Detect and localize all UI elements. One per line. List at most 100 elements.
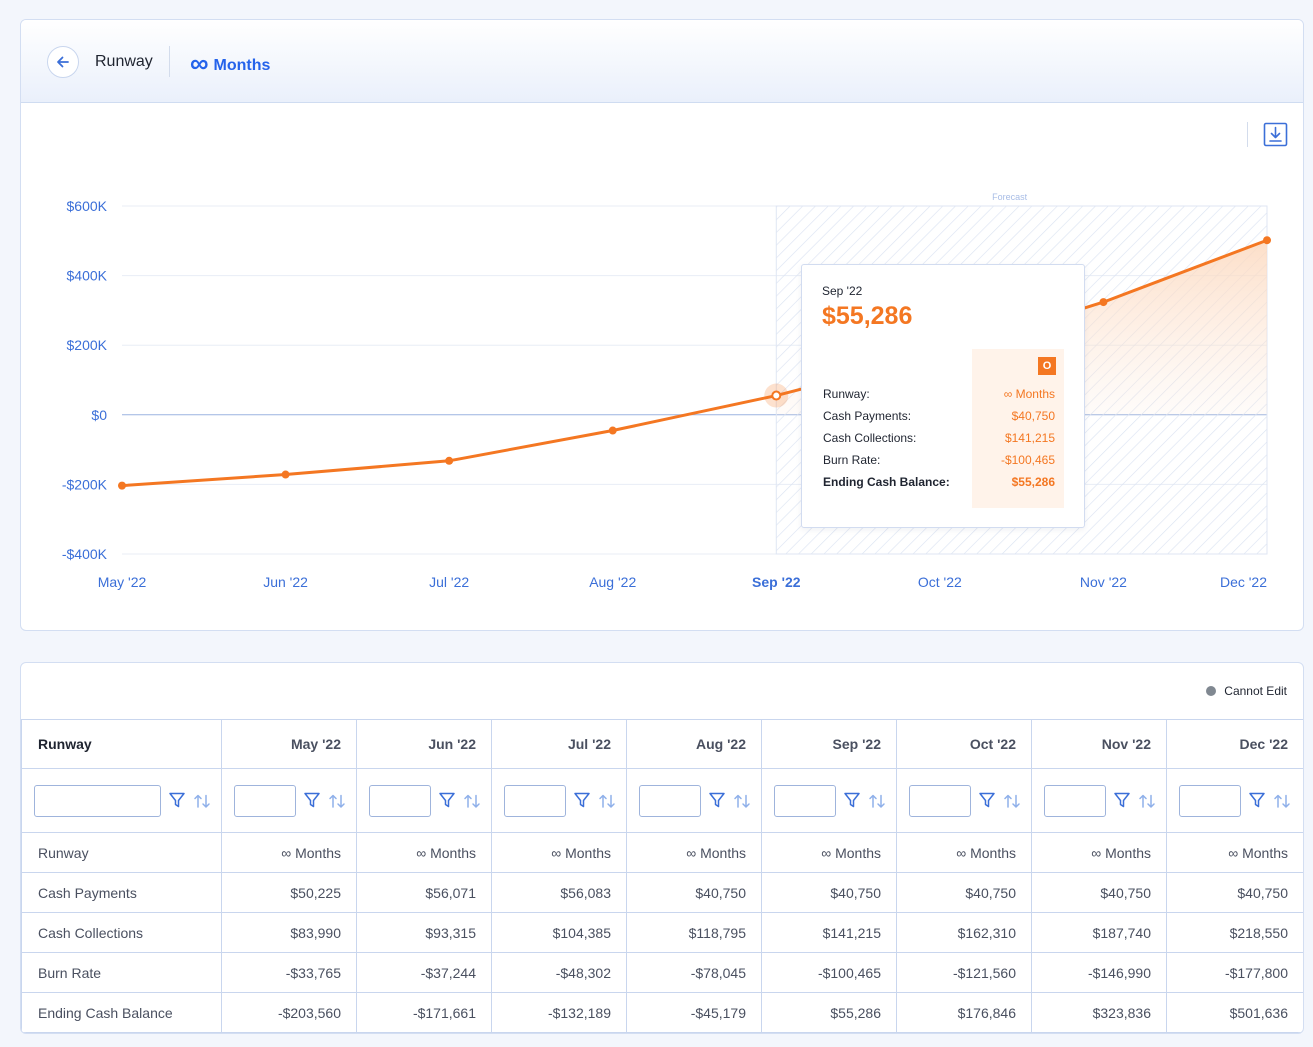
tooltip-row-label: Cash Collections:	[823, 431, 917, 445]
runway-table: Runway May '22 Jun '22 Jul '22 Aug '22 S…	[21, 719, 1303, 1033]
tooltip-row-value: $40,750	[1011, 409, 1055, 423]
data-point	[281, 470, 290, 479]
filter-input[interactable]	[1179, 785, 1241, 817]
filter-input[interactable]	[774, 785, 836, 817]
chart-tooltip: Sep '22 $55,286 O Runway: ∞ Months Cash …	[801, 264, 1085, 528]
row-label: Cash Collections	[21, 912, 222, 953]
filter-cell	[626, 768, 762, 833]
filter-icon[interactable]	[843, 791, 861, 809]
data-point	[445, 456, 454, 465]
y-tick-label: $200K	[67, 337, 108, 353]
table-cell: -$33,765	[221, 952, 357, 993]
data-point	[1263, 236, 1271, 245]
filter-icon[interactable]	[303, 791, 321, 809]
filter-icon[interactable]	[708, 791, 726, 809]
sort-icon[interactable]	[598, 793, 616, 810]
tooltip-row-cash-collections: Cash Collections: $141,215	[823, 431, 1055, 447]
x-tick-label: Sep '22	[752, 574, 801, 590]
table-cell: $187,740	[1031, 912, 1167, 953]
tooltip-row-label: Ending Cash Balance:	[823, 475, 950, 489]
tooltip-value: $55,286	[822, 302, 913, 330]
filter-cell	[1031, 768, 1167, 833]
table-cell: $162,310	[896, 912, 1032, 953]
table-cell: $40,750	[1031, 872, 1167, 913]
table-cell: -$146,990	[1031, 952, 1167, 993]
sort-icon[interactable]	[1138, 793, 1156, 810]
table-cell: $323,836	[1031, 992, 1167, 1033]
sort-icon[interactable]	[193, 793, 211, 810]
filter-cell	[761, 768, 897, 833]
filter-cell	[896, 768, 1032, 833]
column-header[interactable]: Jun '22	[356, 719, 492, 769]
table-cell: -$132,189	[491, 992, 627, 1033]
filter-icon[interactable]	[978, 791, 996, 809]
tooltip-row-value: $55,286	[1011, 475, 1055, 489]
runway-chart-card: Runway ∞ Months Forecast $600K $400K $200	[20, 19, 1304, 631]
table-cell: -$78,045	[626, 952, 762, 993]
data-point	[608, 426, 617, 435]
column-header[interactable]: Jul '22	[491, 719, 627, 769]
row-label: Runway	[21, 832, 222, 873]
table-cell: $501,636	[1166, 992, 1303, 1033]
table-cell: -$45,179	[626, 992, 762, 1033]
table-cell: $93,315	[356, 912, 492, 953]
tooltip-row-value: -$100,465	[1000, 453, 1055, 467]
table-cell: $104,385	[491, 912, 627, 953]
column-header[interactable]: Sep '22	[761, 719, 897, 769]
table-cell: $40,750	[626, 872, 762, 913]
filter-input[interactable]	[1044, 785, 1106, 817]
row-label: Burn Rate	[21, 952, 222, 993]
table-row: Cash Payments $50,225 $56,071 $56,083 $40,75…	[21, 872, 1303, 913]
column-header[interactable]: May '22	[221, 719, 357, 769]
tooltip-badge: O	[1038, 357, 1056, 375]
cannot-edit-dot-icon	[1206, 686, 1217, 696]
tooltip-row-ending-cash-balance: Ending Cash Balance: $55,286	[823, 475, 1055, 491]
filter-icon[interactable]	[573, 791, 591, 809]
x-tick-label: Aug '22	[589, 574, 636, 590]
x-tick-label: Jul '22	[429, 574, 469, 590]
column-header[interactable]: Aug '22	[626, 719, 762, 769]
table-header-row: Runway May '22 Jun '22 Jul '22 Aug '22 S…	[21, 719, 1303, 769]
filter-input[interactable]	[909, 785, 971, 817]
sort-icon[interactable]	[1003, 793, 1021, 810]
column-header-runway[interactable]: Runway	[21, 719, 222, 769]
table-row: Cash Collections $83,990 $93,315 $104,385 $1…	[21, 912, 1303, 953]
tooltip-row-label: Runway:	[823, 387, 870, 401]
table-cell: $118,795	[626, 912, 762, 953]
filter-icon[interactable]	[1248, 791, 1266, 809]
sort-icon[interactable]	[463, 793, 481, 810]
column-header[interactable]: Oct '22	[896, 719, 1032, 769]
table-cell: ∞ Months	[896, 832, 1032, 873]
filter-icon[interactable]	[438, 791, 456, 809]
sort-icon[interactable]	[328, 793, 346, 810]
table-cell: $55,286	[761, 992, 897, 1033]
table-cell: -$203,560	[221, 992, 357, 1033]
filter-input[interactable]	[504, 785, 566, 817]
filter-input[interactable]	[369, 785, 431, 817]
y-tick-label: -$400K	[62, 546, 108, 562]
filter-input[interactable]	[34, 785, 161, 817]
row-label: Cash Payments	[21, 872, 222, 913]
sort-icon[interactable]	[1273, 793, 1291, 810]
table-cell: -$100,465	[761, 952, 897, 993]
table-cell: $40,750	[1166, 872, 1303, 913]
x-tick-label: Dec '22	[1220, 574, 1267, 590]
y-tick-label: $600K	[67, 198, 108, 214]
table-cell: $56,083	[491, 872, 627, 913]
tooltip-row-burn-rate: Burn Rate: -$100,465	[823, 453, 1055, 469]
table-row: Ending Cash Balance -$203,560 -$171,661 -$1…	[21, 992, 1303, 1033]
table-cell: ∞ Months	[1166, 832, 1303, 873]
sort-icon[interactable]	[868, 793, 886, 810]
column-header[interactable]: Nov '22	[1031, 719, 1167, 769]
filter-icon[interactable]	[168, 791, 186, 809]
sort-icon[interactable]	[733, 793, 751, 810]
filter-input[interactable]	[234, 785, 296, 817]
column-header[interactable]: Dec '22	[1166, 719, 1303, 769]
filter-icon[interactable]	[1113, 791, 1131, 809]
filter-input[interactable]	[639, 785, 701, 817]
tooltip-row-cash-payments: Cash Payments: $40,750	[823, 409, 1055, 425]
runway-table-card: Cannot Edit Runway May '22 Jun '22 Jul '…	[20, 662, 1304, 1034]
line-chart: Forecast $600K $400K $200K $0 -$200K -$400K M…	[62, 192, 1271, 590]
y-tick-label: $400K	[67, 268, 108, 284]
table-row: Burn Rate -$33,765 -$37,244 -$48,302 -$78,04…	[21, 952, 1303, 993]
